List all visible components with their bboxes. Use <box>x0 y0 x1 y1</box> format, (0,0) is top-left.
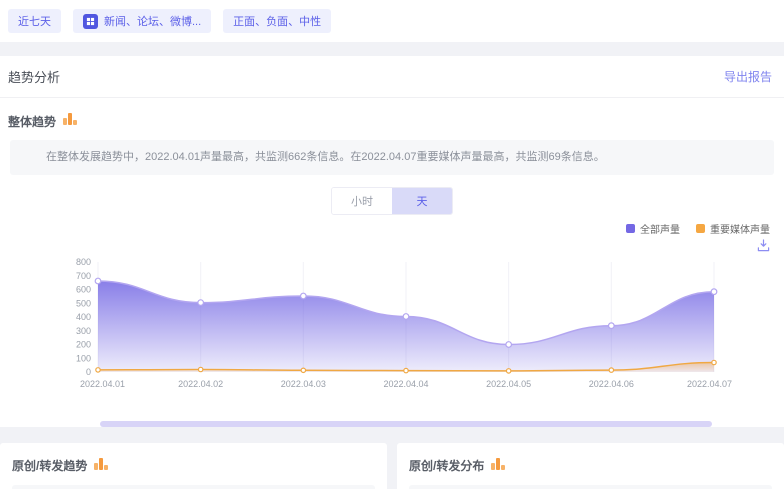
svg-text:2022.04.01: 2022.04.01 <box>80 379 125 389</box>
svg-text:0: 0 <box>86 367 91 377</box>
svg-text:2022.04.04: 2022.04.04 <box>383 379 428 389</box>
chart-datazoom-slider[interactable] <box>100 421 712 427</box>
panel-header: 趋势分析 导出报告 <box>0 56 784 98</box>
svg-text:400: 400 <box>76 312 91 322</box>
filter-bar: 近七天 新闻、论坛、微博... 正面、负面、中性 <box>0 0 784 42</box>
legend-label-total: 全部声量 <box>640 221 680 236</box>
svg-text:2022.04.03: 2022.04.03 <box>281 379 326 389</box>
original-repost-trend-card: 原创/转发趋势 原创/转发趋势中原创声量在2022.04.01最高，共监测510… <box>0 443 387 489</box>
chart-legend: 全部声量 重要媒体声量 <box>0 215 784 236</box>
trend-chart[interactable]: 0 100 200 300 400 500 600 700 800 2022.04.01 2022.… <box>58 252 778 400</box>
svg-text:100: 100 <box>76 353 91 363</box>
overall-trend-summary: 在整体发展趋势中，2022.04.01声量最高，共监测662条信息。在2022.… <box>10 140 774 175</box>
svg-text:200: 200 <box>76 339 91 349</box>
legend-item-key-media-volume[interactable]: 重要媒体声量 <box>696 221 770 236</box>
trend-podium-icon <box>491 457 505 475</box>
filter-chip-sources[interactable]: 新闻、论坛、微博... <box>73 9 211 33</box>
media-channels-icon <box>83 14 98 29</box>
svg-text:2022.04.06: 2022.04.06 <box>589 379 634 389</box>
svg-text:2022.04.07: 2022.04.07 <box>687 379 732 389</box>
svg-text:500: 500 <box>76 298 91 308</box>
trend-podium-icon <box>63 112 77 130</box>
trend-podium-icon <box>94 457 108 475</box>
original-repost-trend-title: 原创/转发趋势 <box>12 457 87 474</box>
overall-trend-title: 整体趋势 <box>8 113 56 130</box>
filter-chip-daterange-label: 近七天 <box>18 13 51 29</box>
toggle-hour[interactable]: 小时 <box>332 188 392 214</box>
legend-label-key-media: 重要媒体声量 <box>710 221 770 236</box>
original-repost-distribution-title: 原创/转发分布 <box>409 457 484 474</box>
svg-text:700: 700 <box>76 270 91 280</box>
bottom-cards: 原创/转发趋势 原创/转发趋势中原创声量在2022.04.01最高，共监测510… <box>0 443 784 489</box>
svg-text:600: 600 <box>76 284 91 294</box>
filter-chip-sentiment[interactable]: 正面、负面、中性 <box>223 9 331 33</box>
trend-analysis-panel: 趋势分析 导出报告 整体趋势 在整体发展趋势中，2022.04.01声量最高，共… <box>0 56 784 427</box>
svg-text:800: 800 <box>76 257 91 267</box>
svg-text:2022.04.05: 2022.04.05 <box>486 379 531 389</box>
filter-chip-daterange[interactable]: 近七天 <box>8 9 61 33</box>
original-repost-trend-summary: 原创/转发趋势中原创声量在2022.04.01最高，共监测510条信息；转发声量… <box>12 485 375 489</box>
export-report-link[interactable]: 导出报告 <box>724 68 772 85</box>
svg-text:300: 300 <box>76 325 91 335</box>
svg-text:2022.04.02: 2022.04.02 <box>178 379 223 389</box>
original-repost-distribution-summary: 监测信息总量3294条信息，其中原创声量占比66.45%，共计2189条信息；转… <box>409 485 772 489</box>
overall-trend-header: 整体趋势 <box>0 98 784 140</box>
panel-title: 趋势分析 <box>8 67 60 86</box>
save-as-image-icon[interactable] <box>757 239 770 252</box>
granularity-toggle: 小时 天 <box>331 187 453 215</box>
filter-chip-sources-label: 新闻、论坛、微博... <box>104 13 201 29</box>
legend-dot-total <box>626 224 635 233</box>
toggle-day[interactable]: 天 <box>392 188 452 214</box>
original-repost-distribution-card: 原创/转发分布 监测信息总量3294条信息，其中原创声量占比66.45%，共计2… <box>397 443 784 489</box>
filter-chip-sentiment-label: 正面、负面、中性 <box>233 13 321 29</box>
legend-item-total-volume[interactable]: 全部声量 <box>626 221 680 236</box>
legend-dot-key-media <box>696 224 705 233</box>
